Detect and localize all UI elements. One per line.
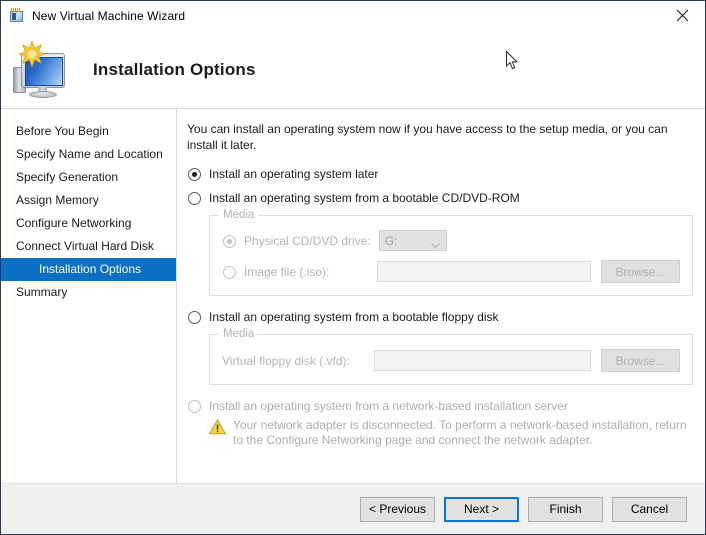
- virtual-machine-icon: [8, 8, 24, 24]
- sidebar-item-before-you-begin[interactable]: Before You Begin: [1, 120, 176, 143]
- network-warning-text: Your network adapter is disconnected. To…: [233, 418, 693, 448]
- wizard-body: Before You Begin Specify Name and Locati…: [1, 109, 705, 483]
- virtual-floppy-row: Virtual floppy disk (.vfd): Browse...: [222, 349, 680, 372]
- virtual-floppy-label: Virtual floppy disk (.vfd):: [222, 354, 374, 368]
- virtual-floppy-input: [374, 350, 591, 371]
- network-warning: Your network adapter is disconnected. To…: [209, 418, 693, 448]
- radio-physical-drive-icon: [223, 235, 236, 248]
- image-file-label: Image file (.iso):: [244, 265, 377, 279]
- close-icon[interactable]: [660, 1, 705, 30]
- sidebar-item-assign-memory[interactable]: Assign Memory: [1, 189, 176, 212]
- image-file-input: [377, 261, 591, 282]
- floppy-media-groupbox-title: Media: [219, 328, 258, 340]
- image-file-browse-button: Browse...: [601, 260, 680, 283]
- page-title: Installation Options: [93, 60, 256, 80]
- finish-button[interactable]: Finish: [528, 497, 603, 522]
- sidebar-item-specify-generation[interactable]: Specify Generation: [1, 166, 176, 189]
- title-bar: New Virtual Machine Wizard: [1, 1, 705, 31]
- option-install-from-network: Install an operating system from a netwo…: [187, 399, 693, 414]
- cd-media-groupbox-title: Media: [219, 209, 258, 221]
- floppy-media-groupbox: Media Virtual floppy disk (.vfd): Browse…: [209, 334, 693, 385]
- cd-media-groupbox: Media Physical CD/DVD drive: G:: [209, 215, 693, 296]
- wizard-footer: < Previous Next > Finish Cancel: [1, 483, 705, 534]
- wizard-steps-sidebar: Before You Begin Specify Name and Locati…: [1, 109, 177, 483]
- intro-text: You can install an operating system now …: [187, 121, 687, 153]
- option-install-later-label: Install an operating system later: [209, 167, 378, 182]
- page-header: Installation Options: [1, 31, 705, 109]
- sidebar-item-configure-networking[interactable]: Configure Networking: [1, 212, 176, 235]
- option-install-from-floppy[interactable]: Install an operating system from a boota…: [187, 310, 693, 325]
- cancel-button[interactable]: Cancel: [612, 497, 687, 522]
- wizard-window: New Virtual Machine Wizard Installation …: [0, 0, 706, 535]
- installation-options-content: You can install an operating system now …: [177, 109, 705, 483]
- new-star-icon: [19, 41, 45, 67]
- option-install-from-floppy-label: Install an operating system from a boota…: [209, 310, 499, 325]
- previous-button[interactable]: < Previous: [360, 497, 435, 522]
- computer-monitor-new-icon: [7, 39, 75, 101]
- option-install-from-cd[interactable]: Install an operating system from a boota…: [187, 191, 693, 206]
- sidebar-item-summary[interactable]: Summary: [1, 281, 176, 304]
- radio-install-from-cd-icon[interactable]: [188, 192, 201, 205]
- option-install-from-cd-label: Install an operating system from a boota…: [209, 191, 520, 206]
- radio-install-later-icon[interactable]: [188, 168, 201, 181]
- radio-install-from-network-icon: [188, 400, 201, 413]
- physical-drive-select: G:: [379, 230, 447, 251]
- option-install-from-network-label: Install an operating system from a netwo…: [209, 399, 568, 414]
- physical-drive-label: Physical CD/DVD drive:: [244, 234, 371, 248]
- window-title: New Virtual Machine Wizard: [32, 9, 185, 23]
- image-file-row: Image file (.iso): Browse...: [222, 260, 680, 283]
- sidebar-item-connect-virtual-hard-disk[interactable]: Connect Virtual Hard Disk: [1, 235, 176, 258]
- radio-install-from-floppy-icon[interactable]: [188, 311, 201, 324]
- option-install-later[interactable]: Install an operating system later: [187, 167, 693, 182]
- warning-triangle-icon: [209, 419, 226, 435]
- sidebar-item-specify-name-and-location[interactable]: Specify Name and Location: [1, 143, 176, 166]
- physical-drive-row: Physical CD/DVD drive: G:: [222, 230, 680, 251]
- physical-drive-value: G:: [385, 234, 398, 248]
- sidebar-item-installation-options[interactable]: Installation Options: [1, 258, 176, 281]
- radio-image-file-icon: [223, 266, 236, 279]
- next-button[interactable]: Next >: [444, 497, 519, 522]
- chevron-down-icon: [431, 238, 440, 252]
- virtual-floppy-browse-button: Browse...: [601, 349, 680, 372]
